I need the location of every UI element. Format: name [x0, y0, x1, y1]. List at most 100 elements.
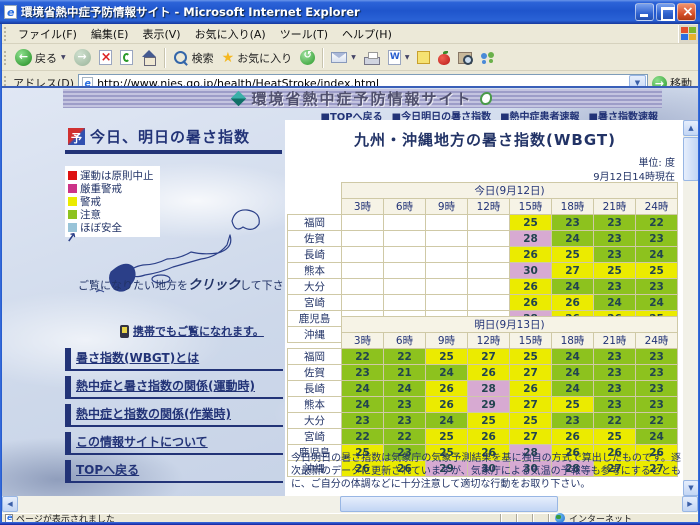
- wbgt-cell: [426, 247, 468, 263]
- hour-header: 15時: [510, 333, 552, 349]
- wbgt-cell: 24: [552, 365, 594, 381]
- wbgt-cell: 30: [510, 263, 552, 279]
- back-button[interactable]: 戻る ▼: [11, 48, 70, 67]
- city-label: 熊本: [288, 263, 342, 279]
- back-dropdown-icon[interactable]: ▼: [61, 54, 66, 61]
- scroll-up-icon[interactable]: ▲: [683, 120, 698, 136]
- menu-item[interactable]: ツール(T): [273, 24, 335, 44]
- map-caption-click: クリック: [188, 278, 240, 293]
- wbgt-cell: 25: [510, 413, 552, 429]
- ie-icon: [4, 5, 17, 19]
- disclaimer-note: 今日明日の暑さ指数は気象庁の気象予測結果を基に独自の方式で算出したものです。逐次…: [291, 452, 681, 492]
- scroll-right-icon[interactable]: ▶: [682, 496, 698, 512]
- edit-dropdown-icon[interactable]: ▼: [405, 54, 410, 61]
- print-button[interactable]: [360, 50, 384, 66]
- mobile-link-row: 携帯でもご覧になれます。: [120, 323, 264, 339]
- table-row: 宮崎26262424: [288, 295, 678, 311]
- favorites-label: お気に入り: [237, 50, 292, 66]
- wbgt-cell: 21: [384, 365, 426, 381]
- wbgt-cell: 24: [552, 231, 594, 247]
- forward-icon: [74, 49, 91, 66]
- maximize-button[interactable]: [656, 3, 675, 21]
- menu-item[interactable]: ファイル(F): [11, 24, 84, 44]
- close-button[interactable]: [677, 3, 696, 21]
- table-row: 佐賀28242323: [288, 231, 678, 247]
- status-pane: [532, 514, 548, 522]
- horizontal-scroll-thumb[interactable]: [340, 496, 558, 512]
- wbgt-cell: 26: [510, 295, 552, 311]
- window-border-left: [0, 24, 2, 525]
- wbgt-cell: 25: [510, 215, 552, 231]
- sidebar-link[interactable]: TOPへ戻る: [65, 460, 283, 483]
- wbgt-cell: 22: [342, 349, 384, 365]
- wbgt-cell: [384, 279, 426, 295]
- scroll-left-icon[interactable]: ◀: [2, 496, 18, 512]
- search-button[interactable]: 検索: [169, 49, 218, 67]
- caption-row: 今日(9月12日): [288, 183, 678, 199]
- menu-item[interactable]: 編集(E): [84, 24, 136, 44]
- apple-button[interactable]: [434, 50, 454, 66]
- media-button[interactable]: [296, 49, 319, 66]
- sidebar-link[interactable]: 熱中症と指数の関係(作業時): [65, 404, 283, 427]
- wbgt-cell: [468, 247, 510, 263]
- wbgt-cell: 26: [468, 429, 510, 445]
- wbgt-cell: 22: [594, 413, 636, 429]
- refresh-icon: [120, 50, 133, 65]
- research-button[interactable]: [454, 51, 476, 65]
- discuss-button[interactable]: [413, 50, 434, 65]
- menu-item[interactable]: ヘルプ(H): [335, 24, 399, 44]
- sidebar-link[interactable]: この情報サイトについて: [65, 432, 283, 455]
- blank-cell: [288, 183, 342, 199]
- unit-label: 単位: 度: [593, 157, 675, 171]
- sidebar-link[interactable]: 熱中症と暑さ指数の関係(運動時): [65, 376, 283, 399]
- hour-header: 21時: [594, 333, 636, 349]
- menu-item[interactable]: 表示(V): [135, 24, 187, 44]
- wbgt-cell: 26: [510, 381, 552, 397]
- wbgt-cell: 22: [384, 429, 426, 445]
- wbgt-cell: 23: [594, 231, 636, 247]
- messenger-button[interactable]: [476, 50, 500, 66]
- edit-button[interactable]: ▼: [384, 49, 414, 66]
- hour-header: 24時: [636, 199, 678, 215]
- mail-button[interactable]: ▼: [327, 51, 360, 64]
- sidebar-link[interactable]: 暑さ指数(WBGT)とは: [65, 348, 283, 371]
- toolbar-separator: [322, 48, 324, 68]
- menu-grip: [4, 27, 9, 41]
- site-title: 環境省熱中症予防情報サイト: [251, 88, 472, 109]
- favorites-button[interactable]: お気に入り: [218, 49, 297, 67]
- note-icon: [417, 51, 430, 64]
- minimize-button[interactable]: [635, 3, 654, 21]
- mobile-link[interactable]: 携帯でもご覧になれます。: [133, 323, 264, 339]
- wbgt-cell: [468, 295, 510, 311]
- home-button[interactable]: [137, 49, 161, 66]
- wbgt-cell: 23: [636, 381, 678, 397]
- home-icon: [141, 50, 157, 65]
- sidebar-heading: 今日、明日の暑さ指数: [68, 126, 250, 147]
- table-row: 長崎2424262826242323: [288, 381, 678, 397]
- wbgt-cell: 23: [594, 365, 636, 381]
- wbgt-cell: 23: [384, 413, 426, 429]
- stop-button[interactable]: [95, 49, 116, 66]
- vertical-scroll-thumb[interactable]: [683, 137, 698, 181]
- wbgt-cell: 25: [426, 429, 468, 445]
- wbgt-cell: 26: [426, 381, 468, 397]
- table-row: 熊本30272525: [288, 263, 678, 279]
- wbgt-cell: 24: [342, 397, 384, 413]
- hour-header: 6時: [384, 199, 426, 215]
- wbgt-cell: [426, 231, 468, 247]
- windows-logo-icon: [678, 25, 698, 43]
- hours-row: 3時6時9時12時15時18時21時24時: [288, 199, 678, 215]
- refresh-button[interactable]: [116, 49, 137, 66]
- wbgt-cell: 28: [510, 231, 552, 247]
- wbgt-cell: 23: [342, 413, 384, 429]
- scroll-down-icon[interactable]: ▼: [683, 480, 698, 496]
- city-label: 長崎: [288, 247, 342, 263]
- forward-button[interactable]: [70, 48, 95, 67]
- wbgt-cell: [384, 295, 426, 311]
- horizontal-scrollbar[interactable]: ◀ ▶: [2, 496, 698, 513]
- mail-dropdown-icon[interactable]: ▼: [351, 54, 356, 61]
- legend-swatch: [68, 171, 77, 180]
- window-title: 環境省熱中症予防情報サイト - Microsoft Internet Explo…: [21, 4, 633, 20]
- menu-item[interactable]: お気に入り(A): [188, 24, 273, 44]
- vertical-scrollbar[interactable]: ▲ ▼: [683, 120, 698, 496]
